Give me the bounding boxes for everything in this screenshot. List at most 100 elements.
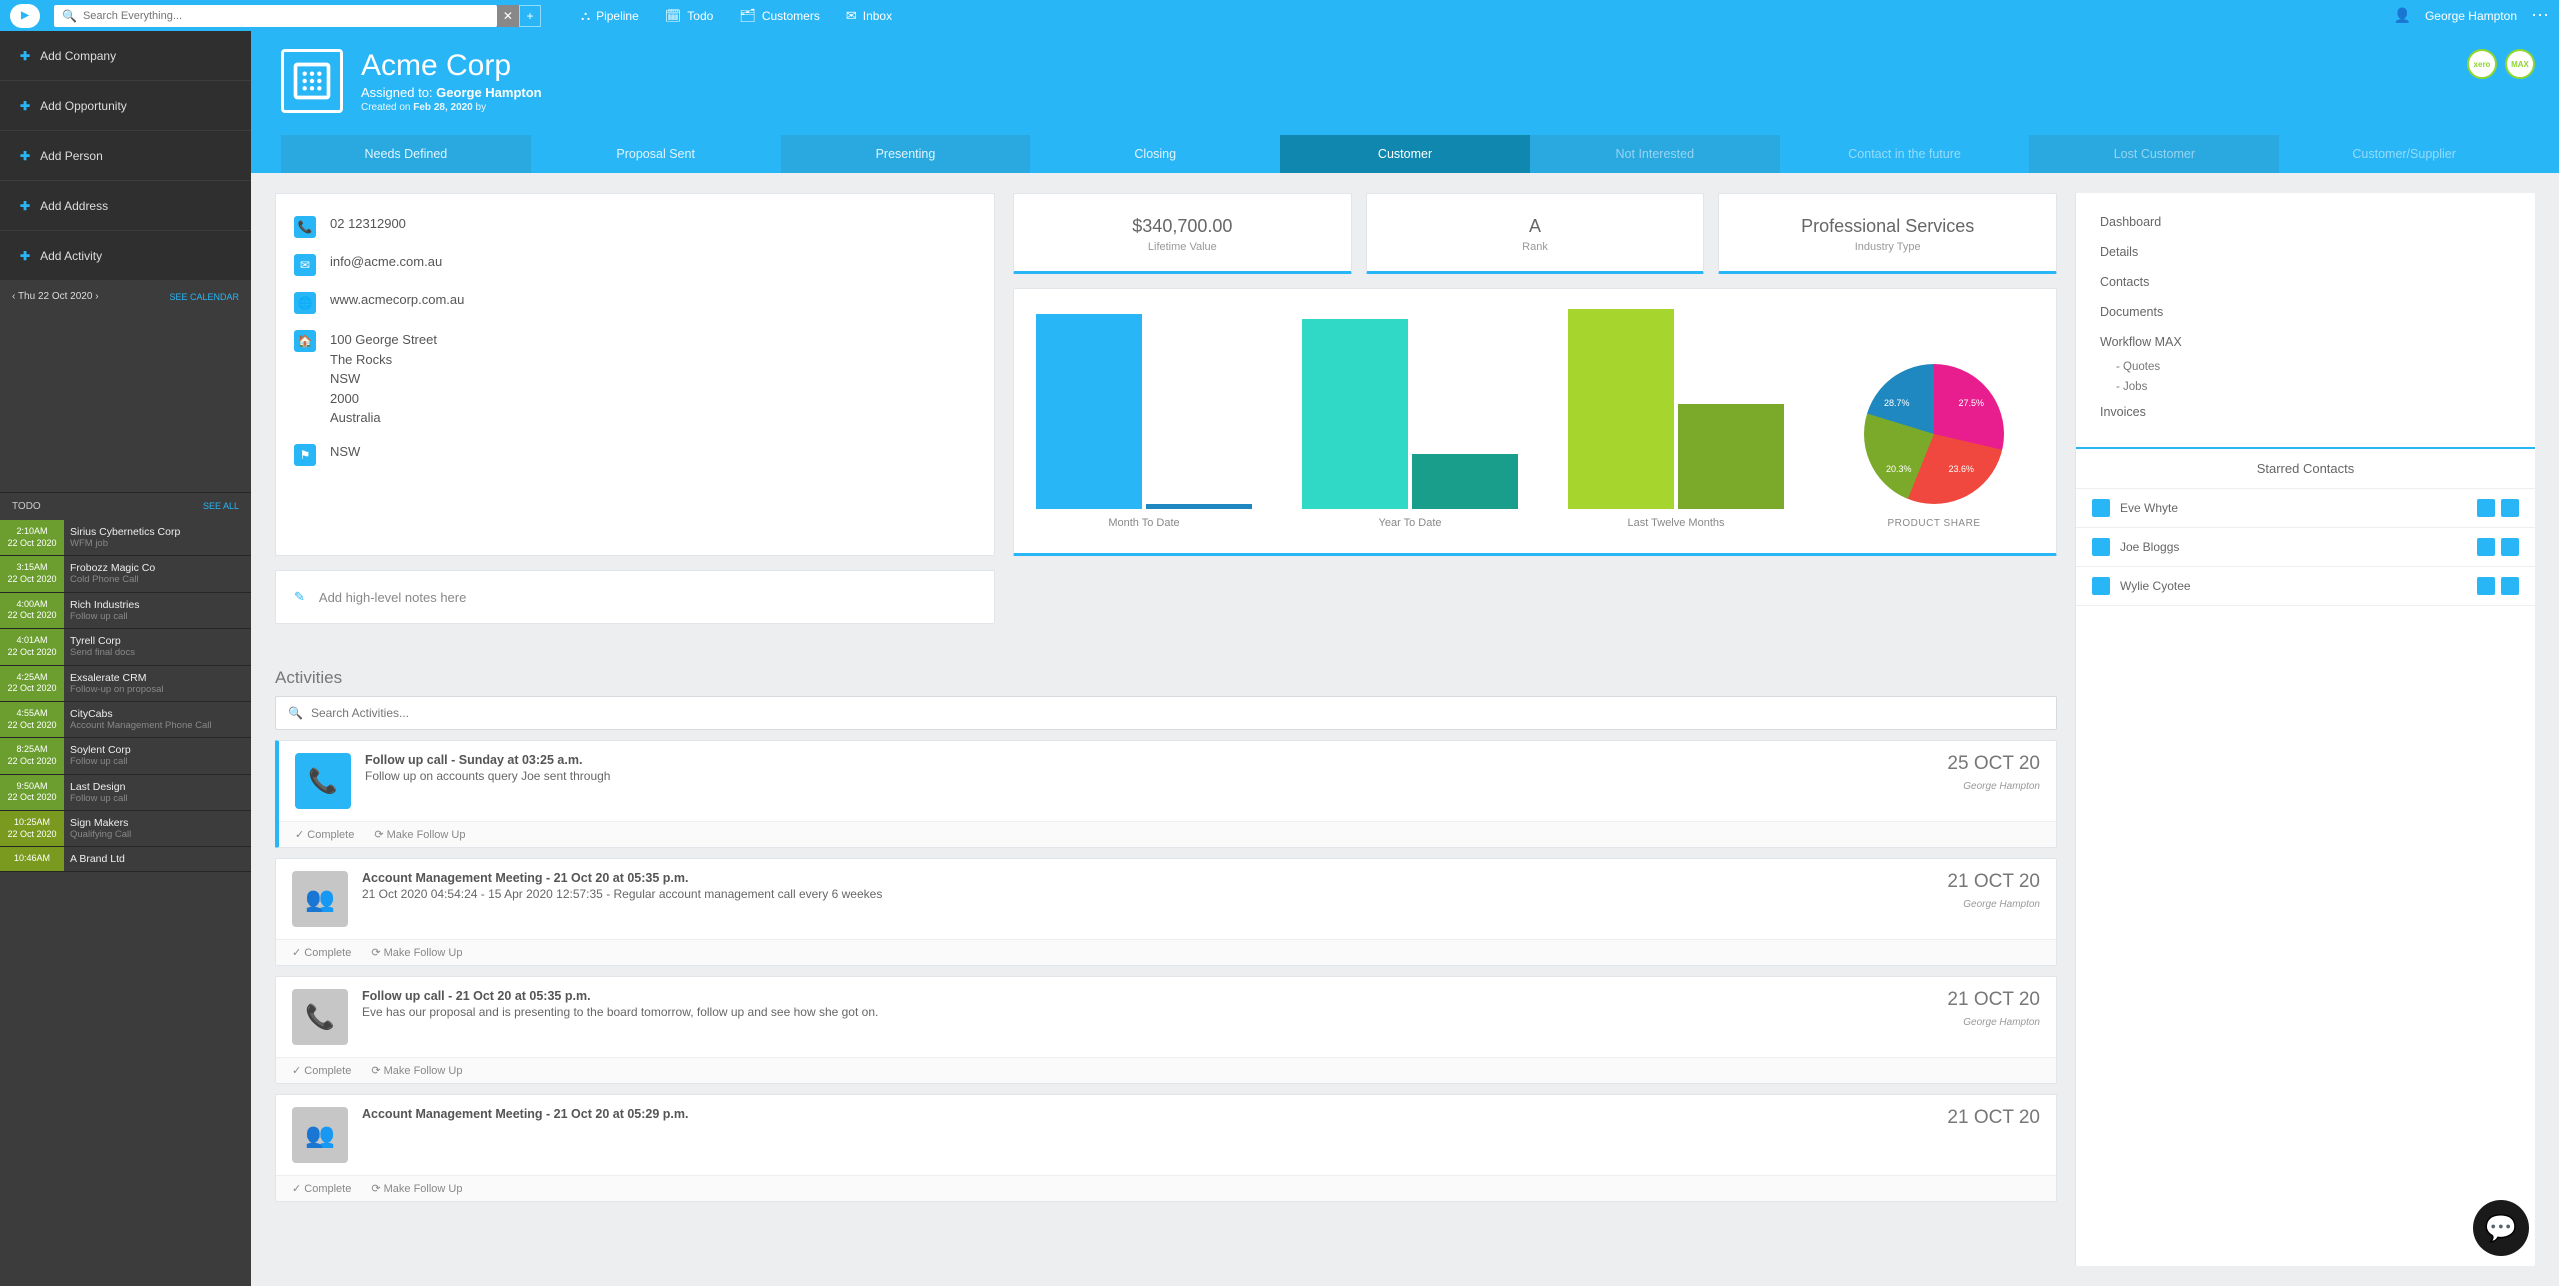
starred-contact[interactable]: Wylie Cyotee <box>2076 567 2535 606</box>
todo-time: 4:55AM22 Oct 2020 <box>0 702 64 737</box>
activity-item[interactable]: 📞Follow up call - Sunday at 03:25 a.m.Fo… <box>275 740 2057 848</box>
nav-label: Todo <box>687 9 713 23</box>
activities-search[interactable]: 🔍 <box>275 696 2057 730</box>
todo-sub: Send final docs <box>70 647 245 658</box>
pipeline-stage[interactable]: Proposal Sent <box>531 135 781 173</box>
chat-fab[interactable]: 💬 <box>2473 1200 2529 1256</box>
global-search[interactable]: 🔍 <box>54 5 497 27</box>
app-logo[interactable]: ▶ <box>10 4 40 28</box>
email-value[interactable]: info@acme.com.au <box>330 254 442 269</box>
complete-action[interactable]: ✓ Complete <box>292 1182 351 1195</box>
right-nav-item-workflowmax[interactable]: Workflow MAX <box>2100 327 2511 357</box>
activity-item[interactable]: 👥Account Management Meeting - 21 Oct 20 … <box>275 1094 2057 1202</box>
plus-icon: ✚ <box>20 49 30 63</box>
complete-action[interactable]: ✓ Complete <box>292 946 351 959</box>
todo-sub: Follow up call <box>70 611 245 622</box>
add-item-label: Add Company <box>40 49 116 63</box>
pipeline-stage[interactable]: Presenting <box>781 135 1031 173</box>
website-value[interactable]: www.acmecorp.com.au <box>330 292 464 307</box>
add-item[interactable]: ✚ Add Company <box>0 31 251 81</box>
phone-value[interactable]: 02 12312900 <box>330 216 406 231</box>
pipeline-stage[interactable]: Customer <box>1280 135 1530 173</box>
activities-search-input[interactable] <box>311 706 2044 720</box>
notes-card[interactable]: ✎ Add high-level notes here <box>275 570 995 624</box>
integration-badges: xero MAX <box>2467 49 2535 79</box>
address-line: 2000 <box>330 389 437 409</box>
todo-sub: Account Management Phone Call <box>70 720 245 731</box>
email-action-icon[interactable] <box>2477 538 2495 556</box>
stat-label: Industry Type <box>1729 241 2046 253</box>
user-name[interactable]: George Hampton <box>2425 9 2517 23</box>
todo-item[interactable]: 3:15AM22 Oct 2020Frobozz Magic CoCold Ph… <box>0 556 251 592</box>
search-input[interactable] <box>77 10 497 22</box>
complete-action[interactable]: ✓ Complete <box>295 828 354 841</box>
todo-item[interactable]: 4:55AM22 Oct 2020CityCabsAccount Managem… <box>0 702 251 738</box>
right-nav-item[interactable]: Contacts <box>2100 267 2511 297</box>
pipeline-stage[interactable]: Customer/Supplier <box>2279 135 2529 173</box>
right-nav-item[interactable]: Details <box>2100 237 2511 267</box>
nav-customers[interactable]: 🗂Customers <box>739 8 820 24</box>
todo-title: TODO <box>12 501 41 512</box>
add-item[interactable]: ✚Add Activity <box>0 231 251 281</box>
todo-item[interactable]: 10:46AMA Brand Ltd <box>0 847 251 872</box>
pipeline-stage[interactable]: Not Interested <box>1530 135 1780 173</box>
pipeline-stage[interactable]: Needs Defined <box>281 135 531 173</box>
make-followup-action[interactable]: ⟳ Make Follow Up <box>371 946 462 959</box>
right-nav-item[interactable]: Documents <box>2100 297 2511 327</box>
make-followup-action[interactable]: ⟳ Make Follow Up <box>371 1064 462 1077</box>
pipeline-stage[interactable]: Lost Customer <box>2029 135 2279 173</box>
todo-item[interactable]: 2:10AM22 Oct 2020Sirius Cybernetics Corp… <box>0 520 251 556</box>
todo-item[interactable]: 9:50AM22 Oct 2020Last DesignFollow up ca… <box>0 775 251 811</box>
nav-pipeline[interactable]: ⛬Pipeline <box>581 8 639 24</box>
badge-max[interactable]: MAX <box>2505 49 2535 79</box>
todo-item[interactable]: 8:25AM22 Oct 2020Soylent CorpFollow up c… <box>0 738 251 774</box>
right-nav-subitem[interactable]: - Jobs <box>2100 377 2511 397</box>
more-menu-icon[interactable]: ⋯ <box>2531 5 2549 26</box>
bar-group: Year To Date <box>1302 309 1518 529</box>
nav-todo[interactable]: 🗓Todo <box>665 8 714 24</box>
pipeline-icon: ⛬ <box>581 8 590 24</box>
make-followup-action[interactable]: ⟳ Make Follow Up <box>374 828 465 841</box>
search-clear-button[interactable]: ✕ <box>497 5 519 27</box>
starred-contact[interactable]: Eve Whyte <box>2076 489 2535 528</box>
add-item-label: Add Opportunity <box>40 99 127 113</box>
call-action-icon[interactable] <box>2501 538 2519 556</box>
address-line: The Rocks <box>330 350 437 370</box>
todo-item[interactable]: 4:00AM22 Oct 2020Rich IndustriesFollow u… <box>0 593 251 629</box>
add-item[interactable]: ✚Add Opportunity <box>0 81 251 131</box>
pipeline-stages: Needs DefinedProposal SentPresentingClos… <box>281 135 2529 173</box>
todo-title: Frobozz Magic Co <box>70 562 245 574</box>
pipeline-stage[interactable]: Closing <box>1030 135 1280 173</box>
todo-item[interactable]: 4:01AM22 Oct 2020Tyrell CorpSend final d… <box>0 629 251 665</box>
contact-icon <box>2092 577 2110 595</box>
todo-time: 2:10AM22 Oct 2020 <box>0 520 64 555</box>
todo-item[interactable]: 10:25AM22 Oct 2020Sign MakersQualifying … <box>0 811 251 847</box>
email-action-icon[interactable] <box>2477 577 2495 595</box>
see-all-link[interactable]: SEE ALL <box>203 501 239 512</box>
nav-inbox[interactable]: ✉Inbox <box>846 8 892 24</box>
call-action-icon[interactable] <box>2501 499 2519 517</box>
company-ribbon: Acme Corp Assigned to: George Hampton Cr… <box>251 31 2559 173</box>
search-add-button[interactable]: + <box>519 5 541 27</box>
activity-item[interactable]: 👥Account Management Meeting - 21 Oct 20 … <box>275 858 2057 966</box>
pipeline-stage[interactable]: Contact in the future <box>1780 135 2030 173</box>
calendar-date[interactable]: ‹ Thu 22 Oct 2020 › <box>12 291 99 302</box>
todo-item[interactable]: 4:25AM22 Oct 2020Exsalerate CRMFollow-up… <box>0 666 251 702</box>
see-calendar-link[interactable]: SEE CALENDAR <box>169 292 239 302</box>
right-nav-subitem[interactable]: - Quotes <box>2100 357 2511 377</box>
starred-contact[interactable]: Joe Bloggs <box>2076 528 2535 567</box>
todo-sub: Follow up call <box>70 793 245 804</box>
right-nav-item[interactable]: Dashboard <box>2100 207 2511 237</box>
plus-icon: ✚ <box>20 199 30 213</box>
call-action-icon[interactable] <box>2501 577 2519 595</box>
add-item[interactable]: ✚ Add Address <box>0 181 251 231</box>
add-item[interactable]: ✚Add Person <box>0 131 251 181</box>
badge-xero[interactable]: xero <box>2467 49 2497 79</box>
right-nav-item-invoices[interactable]: Invoices <box>2100 397 2511 427</box>
address-line: NSW <box>330 369 437 389</box>
make-followup-action[interactable]: ⟳ Make Follow Up <box>371 1182 462 1195</box>
activity-item[interactable]: 📞Follow up call - 21 Oct 20 at 05:35 p.m… <box>275 976 2057 1084</box>
complete-action[interactable]: ✓ Complete <box>292 1064 351 1077</box>
email-action-icon[interactable] <box>2477 499 2495 517</box>
add-item-label: Add Address <box>40 199 108 213</box>
